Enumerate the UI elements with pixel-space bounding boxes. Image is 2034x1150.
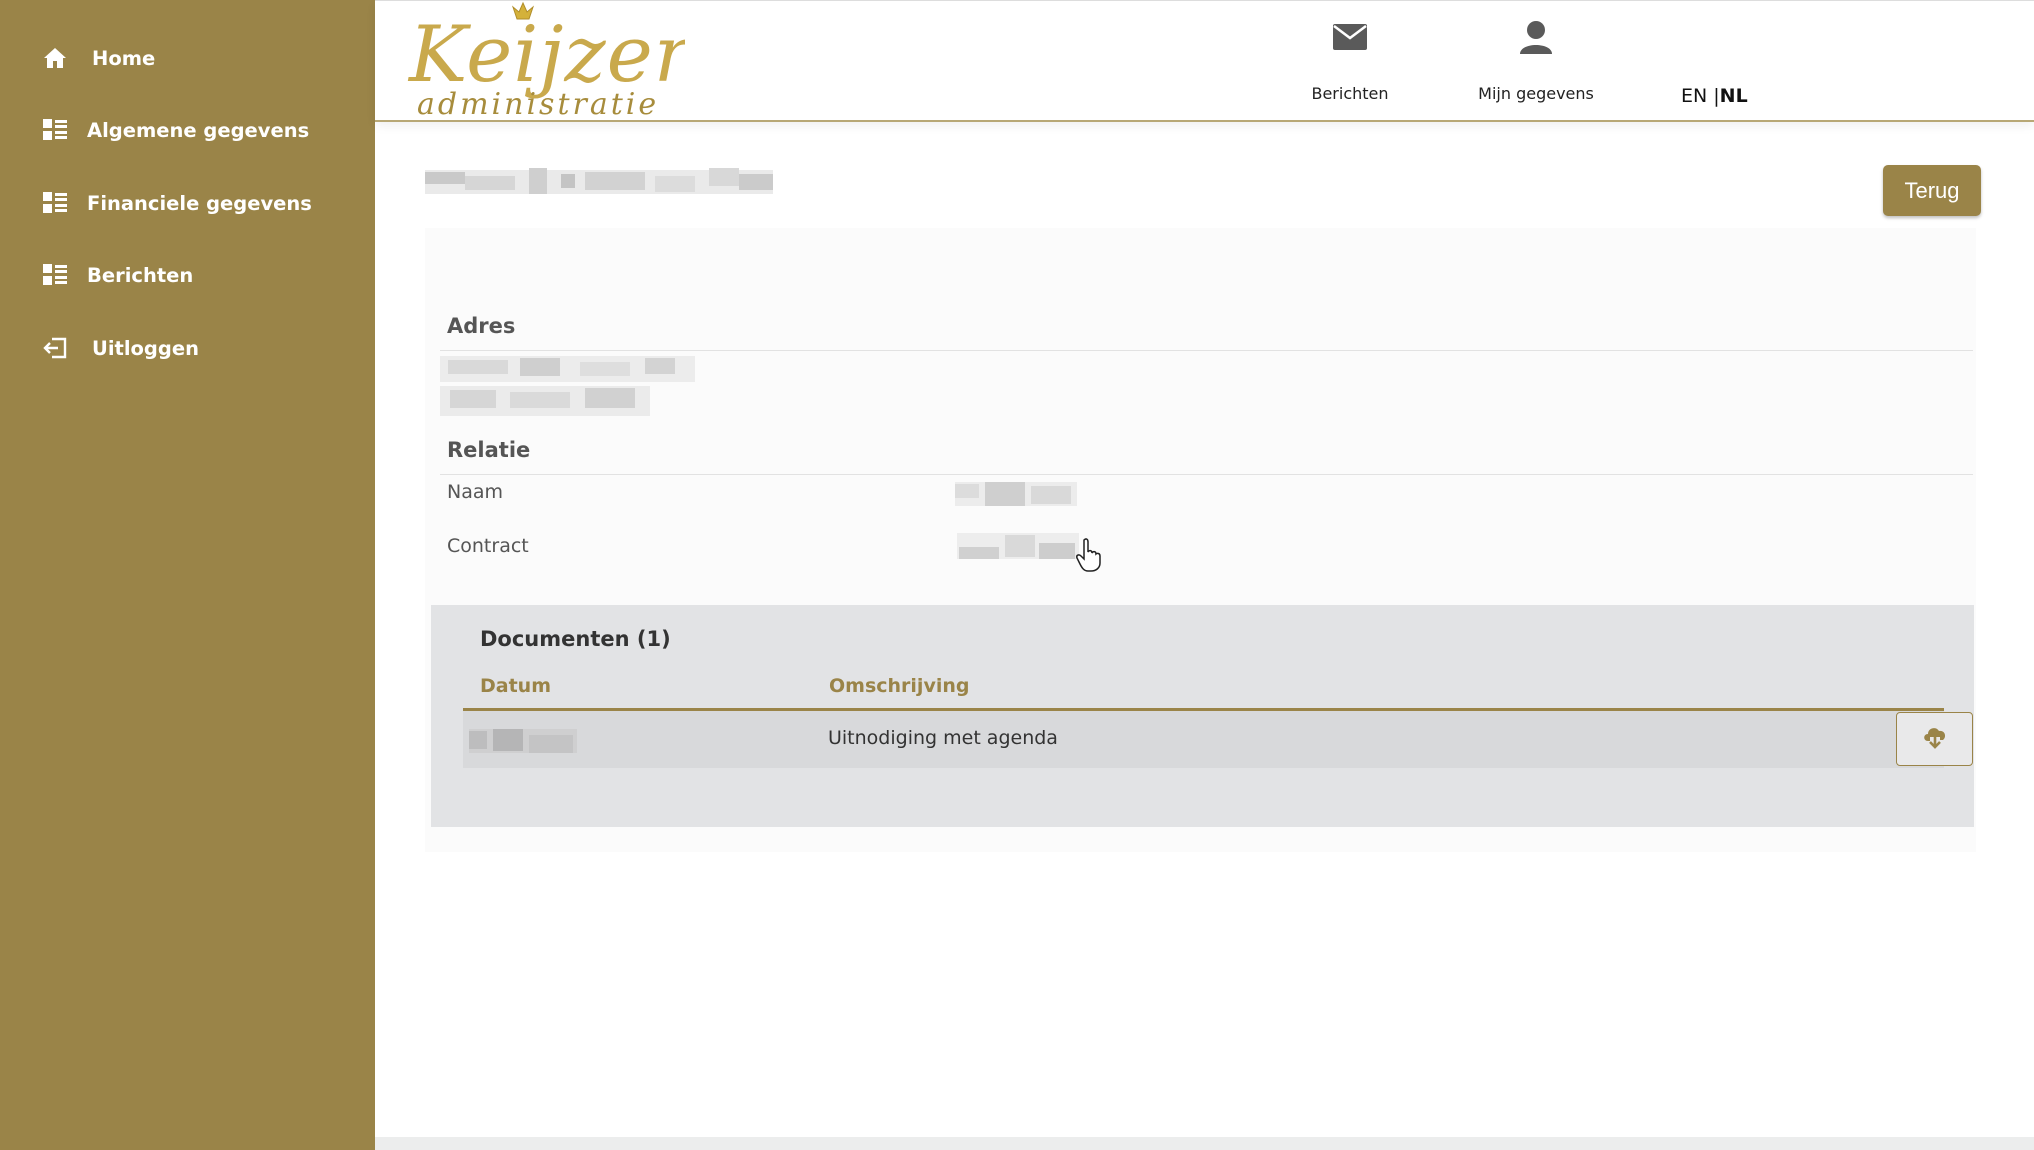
envelope-icon [1330, 17, 1370, 57]
sidebar: Home Algemene gegevens Financiele gegeve… [0, 0, 375, 1150]
sidebar-item-label: Algemene gegevens [87, 118, 310, 142]
bottom-scroll-area [375, 1137, 2034, 1150]
address-title: Adres [447, 314, 516, 338]
detail-panel: Adres Relatie Naam Contract Documenten (… [425, 228, 1976, 852]
svg-text:administratie: administratie [417, 87, 659, 119]
hand-cursor-icon [1076, 538, 1102, 576]
sidebar-item-label: Berichten [87, 263, 194, 287]
list-icon [42, 190, 68, 216]
lang-en-link[interactable]: EN [1681, 85, 1707, 107]
top-header: Keijzer administratie Berichten Mijn geg… [375, 0, 2034, 122]
sidebar-item-home[interactable]: Home [0, 30, 375, 86]
relation-divider [440, 474, 1973, 475]
list-icon [42, 262, 68, 288]
page-title-redacted [425, 158, 773, 202]
column-header-description: Omschrijving [829, 675, 970, 697]
sidebar-item-financiele-gegevens[interactable]: Financiele gegevens [0, 175, 375, 231]
header-messages-link[interactable]: Berichten [1290, 1, 1410, 119]
download-button[interactable] [1896, 712, 1973, 766]
name-value-redacted [955, 480, 1077, 510]
contract-label: Contract [447, 535, 529, 557]
profile-label: Mijn gegevens [1478, 84, 1594, 103]
name-label: Naam [447, 481, 504, 503]
cloud-download-icon [1922, 725, 1948, 753]
documents-title: Documenten (1) [480, 627, 671, 651]
user-icon [1516, 17, 1556, 57]
home-icon [42, 45, 68, 71]
sidebar-item-label: Uitloggen [92, 336, 199, 360]
list-icon [42, 117, 68, 143]
address-value-redacted [440, 356, 700, 422]
sidebar-item-berichten[interactable]: Berichten [0, 247, 375, 303]
sidebar-item-label: Financiele gegevens [87, 191, 312, 215]
documents-section: Documenten (1) Datum Omschrijving Uitnod… [431, 605, 1974, 827]
logout-icon [42, 335, 68, 361]
document-description: Uitnodiging met agenda [828, 727, 1058, 749]
column-header-date: Datum [480, 675, 551, 697]
sidebar-item-algemene-gegevens[interactable]: Algemene gegevens [0, 102, 375, 158]
address-divider [440, 350, 1973, 351]
keijzer-logo[interactable]: Keijzer administratie [405, 1, 695, 122]
relation-title: Relatie [447, 438, 531, 462]
sidebar-item-label: Home [92, 46, 156, 70]
back-button[interactable]: Terug [1883, 165, 1981, 216]
messages-label: Berichten [1311, 84, 1389, 103]
sidebar-item-uitloggen[interactable]: Uitloggen [0, 320, 375, 376]
header-profile-link[interactable]: Mijn gegevens [1466, 1, 1606, 119]
table-row[interactable]: Uitnodiging met agenda [463, 711, 1973, 768]
lang-nl-link[interactable]: NL [1720, 85, 1748, 107]
language-switcher: EN |NL [1681, 85, 1748, 107]
document-date-redacted [469, 727, 577, 755]
contract-value-redacted[interactable] [957, 527, 1079, 563]
